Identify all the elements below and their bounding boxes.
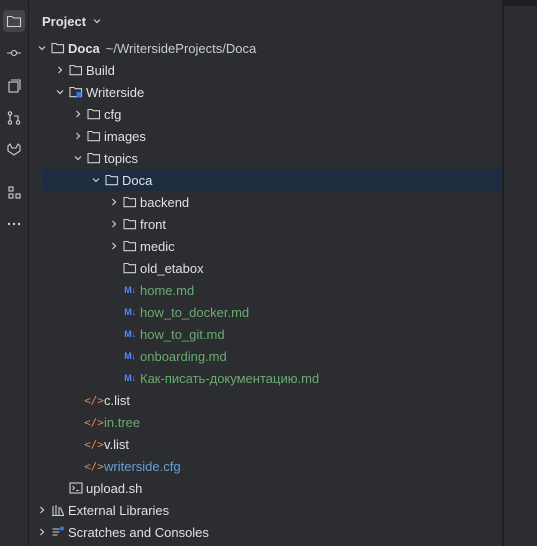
tree-label: Build <box>86 62 115 78</box>
project-icon[interactable] <box>3 10 25 32</box>
tree-row-how-to-docker-md[interactable]: M↓ how_to_docker.md <box>29 301 502 323</box>
project-panel: Project Doca ~/WritersideProjects/Doca B… <box>29 0 536 546</box>
panel-header[interactable]: Project <box>42 10 102 32</box>
bookmarks-icon[interactable] <box>3 75 25 97</box>
tree-row-writerside[interactable]: Writerside <box>29 81 502 103</box>
chevron-right-icon[interactable] <box>34 524 50 540</box>
tree-row-v-list[interactable]: </> v.list <box>29 433 502 455</box>
tree-row-root[interactable]: Doca ~/WritersideProjects/Doca <box>29 37 502 59</box>
activity-bar <box>0 0 29 546</box>
tree-path: ~/WritersideProjects/Doca <box>105 40 257 56</box>
commit-icon[interactable] <box>3 42 25 64</box>
panel-title: Project <box>42 13 87 29</box>
tree-row-upload-sh[interactable]: upload.sh <box>29 477 502 499</box>
folder-icon <box>122 216 138 232</box>
tree-label: External Libraries <box>68 502 170 518</box>
scratches-icon <box>50 524 66 540</box>
markdown-file-icon: M↓ <box>124 351 136 361</box>
tree-row-topics[interactable]: topics <box>29 147 502 169</box>
tree-row-c-list[interactable]: </> c.list <box>29 389 502 411</box>
tree-label: c.list <box>104 392 130 408</box>
chevron-right-icon[interactable] <box>106 238 122 254</box>
chevron-right-icon[interactable] <box>106 216 122 232</box>
tree-label: Scratches and Consoles <box>68 524 209 540</box>
structure-icon[interactable] <box>3 181 25 203</box>
pull-requests-icon[interactable] <box>3 107 25 129</box>
editor-edge <box>502 0 537 546</box>
folder-icon <box>122 260 138 276</box>
tree-label: home.md <box>140 282 195 298</box>
chevron-right-icon[interactable] <box>52 62 68 78</box>
chevron-down-icon[interactable] <box>88 172 104 188</box>
xml-file-icon: </> <box>84 459 104 473</box>
tree-label: backend <box>140 194 190 210</box>
tree-label: cfg <box>104 106 122 122</box>
chevron-down-icon[interactable] <box>92 16 102 26</box>
tree-row-old-etabox[interactable]: old_etabox <box>29 257 502 279</box>
tree-row-home-md[interactable]: M↓ home.md <box>29 279 502 301</box>
tree-label: upload.sh <box>86 480 143 496</box>
tree-row-writerside-cfg[interactable]: </> writerside.cfg <box>29 455 502 477</box>
chevron-down-icon[interactable] <box>34 40 50 56</box>
folder-icon <box>50 40 66 56</box>
tree-label: how_to_docker.md <box>140 304 250 320</box>
tree-row-kak-pisat-md[interactable]: M↓ Как-писать-документацию.md <box>29 367 502 389</box>
tree-label: topics <box>104 150 138 166</box>
tree-label: Как-писать-документацию.md <box>140 370 320 386</box>
chevron-right-icon[interactable] <box>70 106 86 122</box>
markdown-file-icon: M↓ <box>124 373 136 383</box>
writerside-module-icon <box>68 84 84 100</box>
shell-script-icon <box>68 480 84 496</box>
tree-label: onboarding.md <box>140 348 227 364</box>
more-icon[interactable] <box>3 213 25 235</box>
tree-label: Doca <box>122 172 153 188</box>
project-tree: Doca ~/WritersideProjects/Doca Build Wri… <box>29 37 536 543</box>
xml-file-icon: </> <box>84 437 104 451</box>
markdown-file-icon: M↓ <box>124 307 136 317</box>
tree-label: images <box>104 128 146 144</box>
tree-row-onboarding-md[interactable]: M↓ onboarding.md <box>29 345 502 367</box>
chevron-down-icon[interactable] <box>52 84 68 100</box>
folder-icon <box>68 62 84 78</box>
tree-label: Writerside <box>86 84 145 100</box>
tree-label: front <box>140 216 167 232</box>
xml-file-icon: </> <box>84 415 104 429</box>
tree-row-front[interactable]: front <box>29 213 502 235</box>
markdown-file-icon: M↓ <box>124 285 136 295</box>
tree-label: old_etabox <box>140 260 204 276</box>
library-icon <box>50 502 66 518</box>
tree-row-in-tree[interactable]: </> in.tree <box>29 411 502 433</box>
chevron-right-icon[interactable] <box>106 194 122 210</box>
tree-label: how_to_git.md <box>140 326 225 342</box>
gitlab-icon[interactable] <box>3 139 25 161</box>
chevron-right-icon[interactable] <box>70 128 86 144</box>
tree-row-images[interactable]: images <box>29 125 502 147</box>
folder-icon <box>122 238 138 254</box>
tree-row-build[interactable]: Build <box>29 59 502 81</box>
chevron-right-icon[interactable] <box>34 502 50 518</box>
folder-icon <box>86 106 102 122</box>
tree-label: medic <box>140 238 175 254</box>
markdown-file-icon: M↓ <box>124 329 136 339</box>
tree-row-backend[interactable]: backend <box>29 191 502 213</box>
tree-label: writerside.cfg <box>104 458 181 474</box>
tree-label: Doca <box>68 40 100 56</box>
tree-label: in.tree <box>104 414 141 430</box>
tree-row-external-libraries[interactable]: External Libraries <box>29 499 502 521</box>
tree-label: v.list <box>104 436 130 452</box>
xml-file-icon: </> <box>84 393 104 407</box>
folder-icon <box>86 128 102 144</box>
tree-row-how-to-git-md[interactable]: M↓ how_to_git.md <box>29 323 502 345</box>
folder-icon <box>86 150 102 166</box>
tree-row-cfg[interactable]: cfg <box>29 103 502 125</box>
tree-row-scratches[interactable]: Scratches and Consoles <box>29 521 502 543</box>
folder-icon <box>122 194 138 210</box>
tree-row-medic[interactable]: medic <box>29 235 502 257</box>
folder-icon <box>104 172 120 188</box>
chevron-down-icon[interactable] <box>70 150 86 166</box>
editor-gutter <box>504 6 537 546</box>
tree-row-doca-selected[interactable]: Doca <box>42 169 536 191</box>
